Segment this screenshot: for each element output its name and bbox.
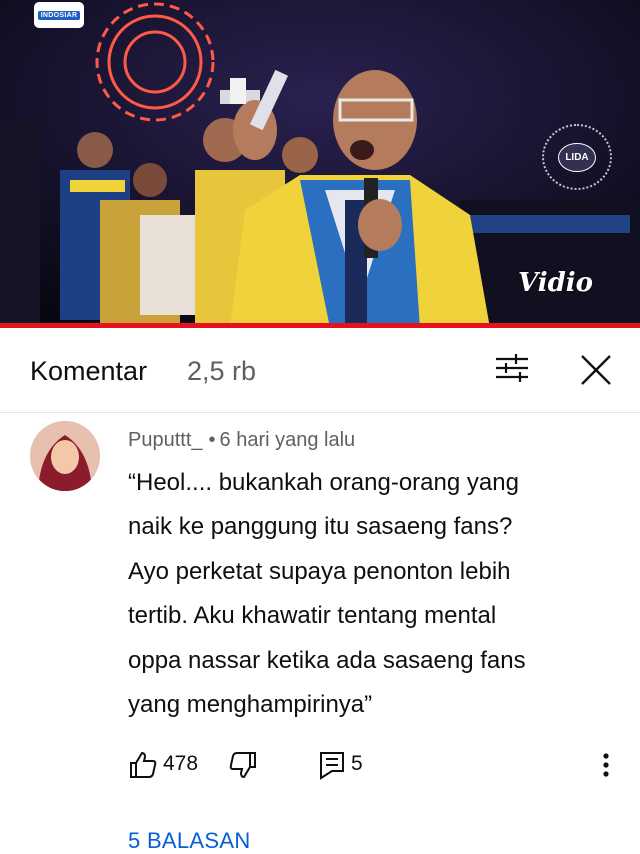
comments-count: 2,5 rb [187,356,257,386]
comment-line: yang menghampirinya” [128,691,373,719]
comment-time: 6 hari yang lalu [219,429,356,451]
event-badge: LIDA [542,124,612,190]
comment-text: “Heol.... bukankah orang-orang yang naik… [128,461,608,727]
avatar-image [30,421,100,491]
reply-icon[interactable] [318,750,346,780]
video-player[interactable]: INDOSIAR LIDA Vidio [0,0,640,328]
channel-logo: INDOSIAR [34,2,84,28]
watermark-logo: Vidio [518,268,593,298]
reply-count: 5 [351,752,363,775]
video-progress-bar[interactable] [0,323,640,328]
comment-line: oppa nassar ketika ada sasaeng fans [128,646,526,674]
video-progress-fill [0,323,640,328]
comment-line: Ayo perketat supaya penonton lebih [128,557,511,585]
comment-line: naik ke panggung itu sasaeng fans? [128,513,513,541]
avatar[interactable] [30,421,100,491]
meta-separator: • [208,429,216,451]
comment-line: tertib. Aku khawatir tentang mental [128,602,497,630]
comment-line: “Heol.... bukankah orang-orang yang [128,469,519,496]
dislike-icon[interactable] [228,750,258,780]
close-icon[interactable] [578,352,614,388]
filter-icon[interactable] [494,353,530,383]
comments-header: Komentar 2,5 rb [0,330,640,413]
like-icon[interactable] [128,750,158,780]
comments-title: Komentar [30,356,148,386]
more-options-icon[interactable] [596,750,616,780]
comment-author[interactable]: Puputtt_ [128,429,203,451]
like-count: 478 [163,752,199,775]
view-replies-button[interactable]: 5 BALASAN [128,828,251,854]
comment-actions: 478 5 [0,746,640,786]
comment-meta: Puputtt_ • 6 hari yang lalu [128,429,355,452]
